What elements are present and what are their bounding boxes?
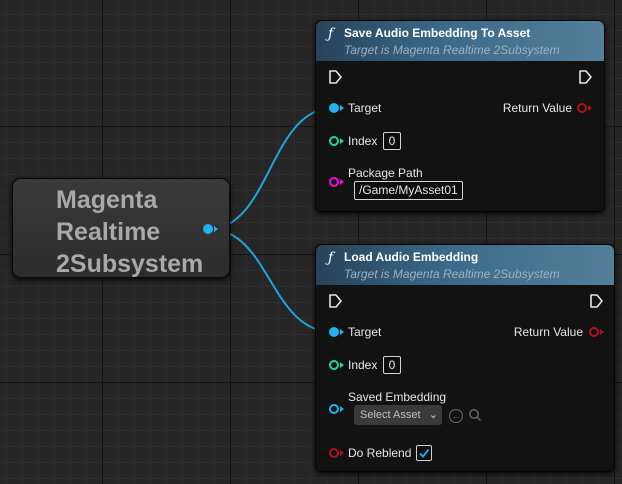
browse-asset-icon[interactable]: ← (449, 409, 463, 423)
node-subtitle: Target is Magenta Realtime 2Subsystem (344, 267, 560, 281)
saved-embedding-pin-arrow (340, 406, 344, 412)
saved-embedding-pin[interactable] (329, 404, 339, 414)
search-icon[interactable] (468, 408, 482, 422)
node-subtitle: Target is Magenta Realtime 2Subsystem (344, 43, 560, 57)
return-value-pin-arrow (588, 105, 592, 111)
index-input[interactable]: 0 (383, 356, 401, 374)
return-value-label: Return Value (513, 325, 583, 339)
package-path-pin[interactable] (329, 177, 339, 187)
index-label: Index (348, 134, 378, 148)
subsystem-label: Magenta Realtime 2Subsystem (56, 186, 204, 278)
index-pin[interactable] (329, 360, 339, 370)
target-label: Target (348, 101, 382, 115)
return-value-label: Return Value (502, 101, 572, 115)
function-icon: ƒ (328, 250, 334, 266)
package-path-label: Package Path (348, 166, 423, 180)
select-asset-label: Select Asset (360, 409, 421, 421)
return-value-pin-arrow (600, 329, 604, 335)
target-pin[interactable] (329, 103, 339, 113)
chevron-down-icon: ⌄ (428, 409, 438, 421)
index-pin[interactable] (329, 136, 339, 146)
package-path-input[interactable]: /Game/MyAsset01 (354, 181, 463, 200)
return-value-pin[interactable] (589, 327, 599, 337)
node-header: ƒ Load Audio Embedding Target is Magenta… (316, 245, 614, 285)
exec-out-pin-icon[interactable] (589, 294, 603, 308)
target-pin-arrow (340, 105, 344, 111)
index-pin-arrow (340, 362, 344, 368)
subsystem-node[interactable]: Magenta Realtime 2Subsystem (12, 178, 230, 278)
check-icon (419, 448, 430, 459)
exec-in-pin-icon[interactable] (328, 70, 342, 84)
do-reblend-checkbox[interactable] (416, 445, 432, 461)
index-label: Index (348, 358, 378, 372)
index-pin-arrow (340, 138, 344, 144)
package-path-pin-arrow (340, 179, 344, 185)
exec-out-pin-icon[interactable] (578, 70, 592, 84)
node-title: Load Audio Embedding (344, 250, 479, 264)
node-header: ƒ Save Audio Embedding To Asset Target i… (316, 21, 604, 61)
saved-embedding-label: Saved Embedding (348, 390, 447, 404)
subsystem-output-pin[interactable] (203, 224, 213, 234)
subsystem-output-pin-arrow (214, 226, 218, 232)
target-pin-arrow (340, 329, 344, 335)
node-title: Save Audio Embedding To Asset (344, 26, 531, 40)
index-input[interactable]: 0 (383, 132, 401, 150)
return-value-pin[interactable] (577, 103, 587, 113)
target-label: Target (348, 325, 382, 339)
load-audio-embedding-node[interactable]: ƒ Load Audio Embedding Target is Magenta… (315, 244, 615, 472)
do-reblend-label: Do Reblend (348, 446, 412, 460)
do-reblend-pin[interactable] (329, 448, 339, 458)
function-icon: ƒ (328, 26, 334, 42)
do-reblend-pin-arrow (340, 450, 344, 456)
select-asset-dropdown[interactable]: Select Asset ⌄ (354, 405, 442, 425)
exec-in-pin-icon[interactable] (328, 294, 342, 308)
save-audio-embedding-node[interactable]: ƒ Save Audio Embedding To Asset Target i… (315, 20, 605, 212)
target-pin[interactable] (329, 327, 339, 337)
